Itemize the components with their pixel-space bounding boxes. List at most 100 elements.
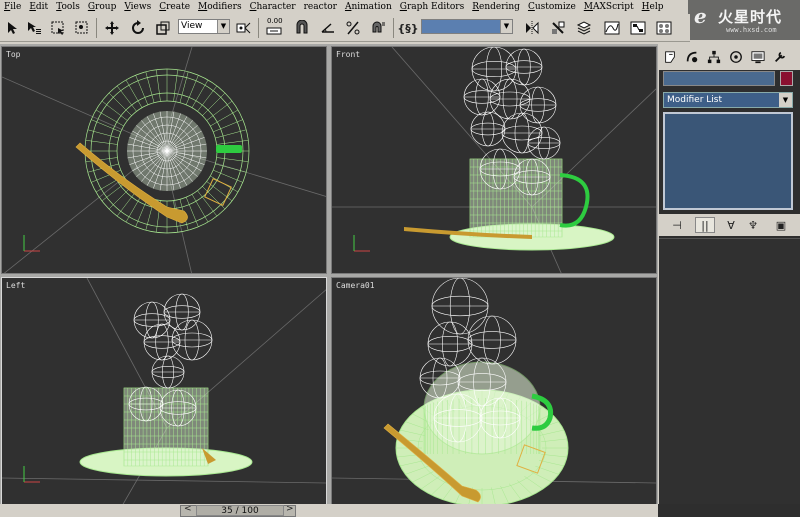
menu-animation[interactable]: Animation	[341, 0, 396, 14]
menu-help[interactable]: Help	[638, 0, 668, 14]
spinner-snap-icon[interactable]	[264, 24, 284, 38]
menu-label: ools	[61, 2, 80, 12]
pivot-center-icon[interactable]	[233, 18, 253, 38]
menu-edit[interactable]: Edit	[25, 0, 52, 14]
menu-label: elp	[649, 2, 664, 12]
reference-coordinate-value: View	[181, 21, 203, 31]
toolbar-separator	[96, 18, 97, 38]
command-panel-rollout-area	[659, 238, 800, 504]
window-crossing-icon[interactable]	[72, 18, 92, 38]
viewport-camera[interactable]: Camera01	[331, 277, 657, 505]
pin-stack-icon[interactable]: ⊣	[667, 217, 687, 233]
menu-label: haracter	[256, 2, 296, 12]
create-tab-icon[interactable]	[661, 48, 679, 66]
viewport-label-front[interactable]: Front	[336, 50, 360, 59]
rect-selection-icon[interactable]	[48, 18, 68, 38]
toolbar-separator	[258, 18, 259, 38]
menu-label: raph Editors	[406, 2, 465, 12]
modifier-list-label: Modifier List	[667, 95, 722, 105]
menu-mnemonic: M	[198, 2, 208, 12]
top-view-wireframe	[2, 47, 326, 273]
align-icon[interactable]	[548, 18, 568, 38]
snap-toggle-icon[interactable]	[292, 18, 312, 38]
menu-mnemonic: E	[29, 2, 36, 12]
menu-label: reactor	[303, 2, 337, 12]
menu-group[interactable]: Group	[84, 0, 120, 14]
menu-mnemonic: H	[641, 2, 650, 12]
select-by-name-icon[interactable]	[24, 18, 44, 38]
angle-snap-icon[interactable]	[318, 18, 338, 38]
menu-reactor[interactable]: reactor	[300, 0, 341, 14]
time-slider-thumb[interactable]: 35 / 100	[196, 505, 284, 516]
percent-snap-icon[interactable]	[343, 18, 363, 38]
rotate-icon[interactable]	[128, 18, 148, 38]
move-icon[interactable]	[102, 18, 122, 38]
viewport-top[interactable]: Top	[1, 46, 327, 274]
remove-modifier-icon[interactable]: ♆	[743, 217, 763, 233]
menu-label: dit	[35, 2, 49, 12]
menu-graph-editors[interactable]: Graph Editors	[396, 0, 468, 14]
mirror-icon[interactable]	[522, 18, 542, 38]
reference-coordinate-select[interactable]: View ▼	[178, 19, 230, 34]
menu-mnemonic: G	[399, 2, 407, 12]
select-arrow-icon[interactable]	[2, 18, 22, 38]
brand-watermark: e 火星时代 www.hxsd.com	[688, 0, 800, 40]
front-view-wireframe	[332, 47, 656, 273]
named-selection-set-dropdown[interactable]: ▼	[421, 19, 513, 34]
menu-create[interactable]: Create	[155, 0, 194, 14]
make-unique-icon[interactable]: ∀	[721, 217, 741, 233]
show-end-result-icon[interactable]: ||	[695, 217, 715, 233]
display-tab-icon[interactable]	[749, 48, 767, 66]
configure-modifier-sets-icon[interactable]: ▣	[771, 217, 791, 233]
time-slider: < 35 / 100 >	[0, 504, 658, 517]
scale-icon[interactable]	[153, 18, 173, 38]
brand-title: 火星时代	[718, 8, 783, 26]
curve-editor-icon[interactable]	[602, 18, 622, 38]
brand-logo-icon: e	[694, 4, 707, 28]
menu-file[interactable]: File	[0, 0, 25, 14]
next-frame-button[interactable]: >	[286, 504, 294, 514]
modifier-stack[interactable]	[663, 112, 793, 210]
edit-named-selection-icon[interactable]: {§}	[397, 18, 418, 38]
chevron-down-icon: ▼	[500, 20, 512, 33]
menu-label: nimation	[351, 2, 392, 12]
utilities-tab-icon[interactable]	[771, 48, 789, 66]
menu-rendering[interactable]: Rendering	[468, 0, 524, 14]
material-editor-icon[interactable]	[654, 18, 674, 38]
left-view-wireframe	[2, 278, 326, 504]
menu-maxscript[interactable]: MAXScript	[580, 0, 638, 14]
menu-views[interactable]: Views	[120, 0, 155, 14]
hierarchy-tab-icon[interactable]	[705, 48, 723, 66]
schematic-view-icon[interactable]	[628, 18, 648, 38]
menu-label: ustomize	[534, 2, 576, 12]
menu-mnemonic: C	[527, 2, 535, 12]
viewport-label-left[interactable]: Left	[6, 281, 25, 290]
object-name-field[interactable]	[663, 71, 775, 86]
menu-label: roup	[95, 2, 117, 12]
chevron-down-icon: ▼	[217, 20, 229, 33]
toolbar-separator	[393, 18, 394, 38]
menu-customize[interactable]: Customize	[524, 0, 580, 14]
modifier-stack-buttons: ⊣ || ∀ ♆ ▣	[659, 214, 800, 236]
viewport-front[interactable]: Front	[331, 46, 657, 274]
command-panel: Modifier List ▼ ⊣ || ∀ ♆ ▣	[659, 44, 800, 504]
menu-modifiers[interactable]: Modifiers	[194, 0, 246, 14]
modify-tab-icon[interactable]	[683, 48, 701, 66]
menu-label: odifiers	[207, 2, 242, 12]
layer-manager-icon[interactable]	[574, 18, 594, 38]
viewport-label-camera[interactable]: Camera01	[336, 281, 375, 290]
menu-mnemonic: R	[472, 2, 479, 12]
chevron-down-icon: ▼	[779, 93, 792, 107]
menu-tools[interactable]: Tools	[52, 0, 84, 14]
menu-label: endering	[479, 2, 520, 12]
menu-bar: File Edit Tools Group Views Create Modifiers Ch…	[0, 0, 800, 14]
motion-tab-icon[interactable]	[727, 48, 745, 66]
menu-character[interactable]: Character	[246, 0, 300, 14]
previous-frame-button[interactable]: <	[184, 504, 192, 514]
spinner-snap-toggle-icon[interactable]	[368, 18, 388, 38]
viewport-label-top[interactable]: Top	[6, 50, 20, 59]
modifier-list-dropdown[interactable]: Modifier List ▼	[663, 92, 793, 108]
main-toolbar: View ▼ 0.00 {§} ▼	[0, 14, 690, 42]
viewport-left[interactable]: Left	[1, 277, 327, 505]
object-color-swatch[interactable]	[780, 71, 793, 86]
